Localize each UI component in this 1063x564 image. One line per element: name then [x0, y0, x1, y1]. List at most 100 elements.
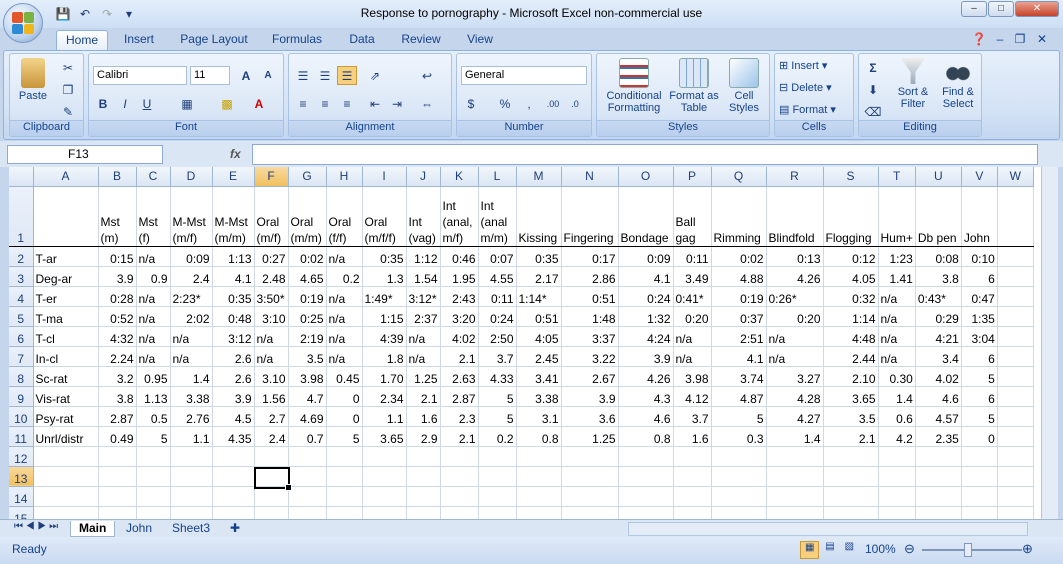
bold-icon[interactable]: B	[93, 94, 113, 113]
data-cell[interactable]: 0.3	[711, 426, 767, 447]
increase-decimal-icon[interactable]: .00	[543, 94, 563, 113]
empty-cell[interactable]	[136, 446, 171, 467]
column-header-m[interactable]: M	[516, 167, 562, 187]
empty-cell[interactable]	[618, 466, 674, 487]
row-header[interactable]: 5	[9, 306, 34, 327]
data-cell[interactable]: 0.45	[326, 366, 363, 387]
data-cell[interactable]: 3.49	[673, 266, 712, 287]
column-header-a[interactable]: A	[33, 167, 99, 187]
data-cell[interactable]: 1.25	[406, 366, 441, 387]
empty-cell[interactable]	[32, 446, 99, 467]
insert-cells-button[interactable]: ⊞ Insert ▾	[779, 60, 851, 72]
empty-cell[interactable]	[478, 466, 517, 487]
data-cell[interactable]: n/a	[254, 326, 289, 347]
data-cell[interactable]: 3:20	[440, 306, 479, 327]
data-cell[interactable]: 2.1	[440, 346, 479, 367]
data-cell[interactable]: 0.8	[515, 426, 562, 447]
empty-cell[interactable]	[326, 506, 363, 519]
data-cell[interactable]: Unrl/distr	[33, 426, 99, 447]
tab-insert[interactable]: Insert	[116, 30, 162, 50]
header-cell[interactable]	[997, 186, 1034, 247]
header-cell[interactable]: M-Mst (m/f)	[170, 186, 213, 247]
data-cell[interactable]: 6	[960, 386, 998, 407]
comma-icon[interactable]: ,	[519, 94, 539, 113]
insert-function-icon[interactable]: fx	[230, 147, 241, 161]
data-cell[interactable]: 0:51	[515, 306, 562, 327]
data-cell[interactable]: n/a	[326, 246, 363, 267]
data-cell[interactable]: 1.41	[878, 266, 916, 287]
empty-cell[interactable]	[618, 486, 674, 507]
data-cell[interactable]: 2.6	[212, 346, 255, 367]
data-cell[interactable]: 4.2	[878, 426, 916, 447]
data-cell[interactable]: 3.38	[515, 386, 562, 407]
empty-cell[interactable]	[212, 506, 255, 519]
empty-cell[interactable]	[878, 486, 916, 507]
data-cell[interactable]: 2.10	[823, 366, 879, 387]
copy-icon[interactable]: ❐	[58, 80, 78, 99]
font-name-box[interactable]: Calibri	[93, 66, 187, 85]
data-cell[interactable]: 3.8	[98, 386, 137, 407]
data-cell[interactable]: 1:13	[212, 246, 255, 267]
data-cell[interactable]: 3.98	[673, 366, 712, 387]
data-cell[interactable]: 0:20	[673, 306, 712, 327]
data-cell[interactable]: 4.87	[711, 386, 767, 407]
column-header-k[interactable]: K	[440, 167, 479, 187]
data-cell[interactable]: 4.88	[711, 266, 767, 287]
data-cell[interactable]: 0:28	[98, 286, 137, 307]
tab-formulas[interactable]: Formulas	[266, 30, 328, 50]
data-cell[interactable]: 3.6	[561, 406, 619, 427]
data-cell[interactable]: 0:09	[170, 246, 213, 267]
data-cell[interactable]: 0	[960, 426, 998, 447]
data-cell[interactable]: 0:19	[288, 286, 327, 307]
empty-cell[interactable]	[326, 466, 363, 487]
data-cell[interactable]: 3.27	[766, 366, 824, 387]
empty-cell[interactable]	[406, 486, 441, 507]
data-cell[interactable]: 0.5	[136, 406, 171, 427]
data-cell[interactable]: 0:26*	[766, 286, 824, 307]
underline-icon[interactable]: U	[137, 94, 157, 113]
row-header[interactable]: 3	[9, 266, 34, 287]
data-cell[interactable]: 3.65	[362, 426, 407, 447]
empty-cell[interactable]	[960, 466, 998, 487]
data-cell[interactable]: 4.6	[618, 406, 674, 427]
empty-cell[interactable]	[673, 446, 712, 467]
currency-icon[interactable]: $	[461, 94, 481, 113]
empty-cell[interactable]	[618, 446, 674, 467]
empty-cell[interactable]	[170, 446, 213, 467]
data-cell[interactable]: 2.24	[98, 346, 137, 367]
data-cell[interactable]: 4:21	[915, 326, 962, 347]
ribbon-restore-icon[interactable]: ❐	[1012, 30, 1028, 50]
data-cell[interactable]: 0:02	[288, 246, 327, 267]
maximize-button[interactable]: □	[988, 1, 1014, 17]
data-cell[interactable]: 3.22	[561, 346, 619, 367]
empty-cell[interactable]	[326, 446, 363, 467]
data-cell[interactable]: 2.1	[406, 386, 441, 407]
data-cell[interactable]: 0.2	[478, 426, 517, 447]
empty-cell[interactable]	[170, 486, 213, 507]
data-cell[interactable]: 3.1	[515, 406, 562, 427]
data-cell[interactable]: 2.44	[823, 346, 879, 367]
data-cell[interactable]: 2.3	[440, 406, 479, 427]
data-cell[interactable]: 0:46	[440, 246, 479, 267]
data-cell[interactable]: 1:35	[960, 306, 998, 327]
header-cell[interactable]: John	[960, 186, 998, 247]
empty-cell[interactable]	[823, 466, 879, 487]
data-cell[interactable]: T-er	[33, 286, 99, 307]
data-cell[interactable]: n/a	[673, 346, 712, 367]
empty-cell[interactable]	[673, 486, 712, 507]
zoom-out-icon[interactable]: ⊖	[904, 541, 915, 557]
data-cell[interactable]: 3.41	[515, 366, 562, 387]
data-cell[interactable]: n/a	[326, 286, 363, 307]
empty-cell[interactable]	[212, 486, 255, 507]
clear-icon[interactable]: ⌫	[863, 102, 883, 121]
align-top-icon[interactable]: ☰	[293, 66, 313, 85]
empty-cell[interactable]	[960, 486, 998, 507]
data-cell[interactable]: 4.55	[478, 266, 517, 287]
data-cell[interactable]	[997, 366, 1034, 387]
data-cell[interactable]: 3:50*	[254, 286, 289, 307]
tab-page-layout[interactable]: Page Layout	[176, 30, 252, 50]
data-cell[interactable]: 0:43*	[915, 286, 962, 307]
orientation-icon[interactable]: ⇗	[365, 66, 385, 85]
percent-icon[interactable]: %	[495, 94, 515, 113]
data-cell[interactable]: 0:47	[960, 286, 998, 307]
